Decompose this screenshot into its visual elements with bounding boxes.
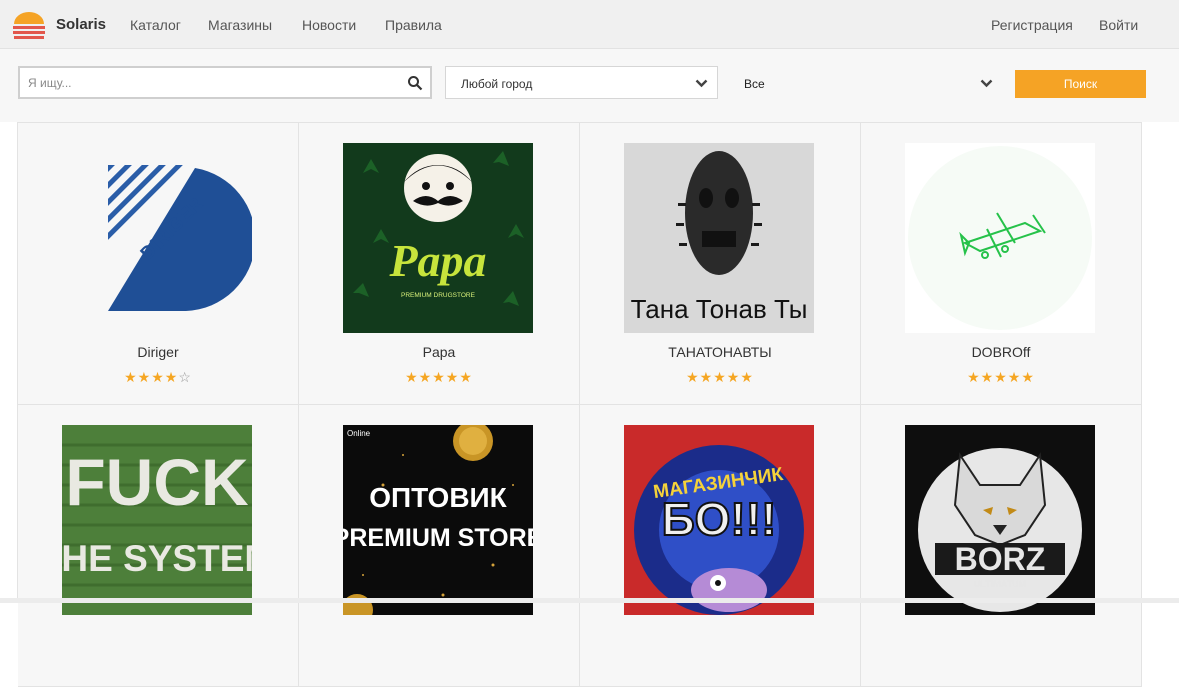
login-link[interactable]: Войти	[1099, 17, 1138, 33]
city-select-value: Любой город	[461, 77, 533, 91]
shop-logo-fuck-the-system[interactable]: FUCK THE SYSTEM	[62, 425, 252, 615]
rating-stars: ★★★★★	[405, 369, 473, 385]
shop-logo-magazinchik[interactable]: МАГАЗИНЧИК БО!!!	[624, 425, 814, 615]
svg-text:ОПТОВИК: ОПТОВИК	[369, 482, 507, 513]
shop-name[interactable]: DOBROff	[861, 344, 1141, 360]
svg-text:БО!!!: БО!!!	[662, 493, 777, 545]
city-select[interactable]: Любой город	[445, 66, 718, 99]
svg-text:Тана Тонав Ты: Тана Тонав Ты	[631, 294, 808, 324]
rating-stars: ★★★★★	[686, 369, 754, 385]
svg-text:PREMIUM STORE: PREMIUM STORE	[343, 524, 533, 552]
svg-text:BORZ: BORZ	[955, 541, 1046, 577]
chevron-down-icon[interactable]	[695, 79, 708, 88]
rating-stars: ★★★★☆	[124, 369, 192, 385]
shop-logo-dobroff[interactable]	[905, 143, 1095, 333]
svg-text:Papa: Papa	[388, 235, 486, 286]
shop-card[interactable]: DIRIGER Diriger ★★★★☆	[18, 123, 299, 405]
svg-text:PREMIUM DRUGSTORE: PREMIUM DRUGSTORE	[401, 292, 476, 299]
shop-card[interactable]: FUCK THE SYSTEM	[18, 405, 299, 687]
nav-news[interactable]: Новости	[302, 17, 356, 33]
search-button[interactable]: Поиск	[1015, 70, 1146, 98]
chevron-down-icon[interactable]	[980, 79, 993, 88]
shop-card[interactable]: Тана Тонав Ты ТАНАТОНАВТЫ ★★★★★	[580, 123, 861, 405]
shop-logo-papa[interactable]: Papa PREMIUM DRUGSTORE	[343, 143, 533, 333]
shop-card[interactable]: МАГАЗИНЧИК БО!!!	[580, 405, 861, 687]
svg-text:THE SYSTEM: THE SYSTEM	[62, 538, 252, 579]
shop-card[interactable]: DOBROff ★★★★★	[861, 123, 1142, 405]
rating-stars: ★★★★★	[967, 369, 1035, 385]
shop-name[interactable]: ТАНАТОНАВТЫ	[580, 344, 860, 360]
svg-text:FUCK: FUCK	[65, 445, 249, 519]
search-icon[interactable]	[407, 75, 423, 91]
shop-grid: DIRIGER Diriger ★★★★☆ Papa PREMIUM DRUGS…	[17, 122, 1142, 687]
search-field[interactable]	[18, 66, 432, 99]
svg-text:ULTIMATUM: ULTIMATUM	[974, 579, 1026, 589]
shop-card[interactable]: Papa PREMIUM DRUGSTORE Papa ★★★★★	[299, 123, 580, 405]
shop-card[interactable]: Online ОПТОВИК PREMIUM STORE	[299, 405, 580, 687]
horizontal-scrollbar[interactable]	[0, 598, 1179, 603]
shop-logo-borz[interactable]: BORZ ULTIMATUM	[905, 425, 1095, 615]
category-select-value[interactable]: Все	[744, 77, 765, 91]
nav-catalog[interactable]: Каталог	[130, 17, 181, 33]
solaris-logo-icon[interactable]	[12, 11, 46, 39]
shop-logo-tanatonavty[interactable]: Тана Тонав Ты	[624, 143, 814, 333]
nav-rules[interactable]: Правила	[385, 17, 442, 33]
shop-name[interactable]: Papa	[299, 344, 579, 360]
shop-card[interactable]: BORZ ULTIMATUM	[861, 405, 1142, 687]
search-input[interactable]	[28, 75, 388, 91]
shop-name[interactable]: Diriger	[18, 344, 298, 360]
brand-name[interactable]: Solaris	[56, 16, 106, 33]
nav-shops[interactable]: Магазины	[208, 17, 272, 33]
shop-logo-diriger[interactable]: DIRIGER	[62, 143, 252, 333]
register-link[interactable]: Регистрация	[991, 17, 1073, 33]
shop-logo-optovik[interactable]: Online ОПТОВИК PREMIUM STORE	[343, 425, 533, 615]
top-navbar: Solaris Каталог Магазины Новости Правила…	[0, 0, 1179, 49]
search-bar: Любой город Все Поиск	[0, 49, 1179, 122]
svg-text:Online: Online	[347, 429, 371, 438]
